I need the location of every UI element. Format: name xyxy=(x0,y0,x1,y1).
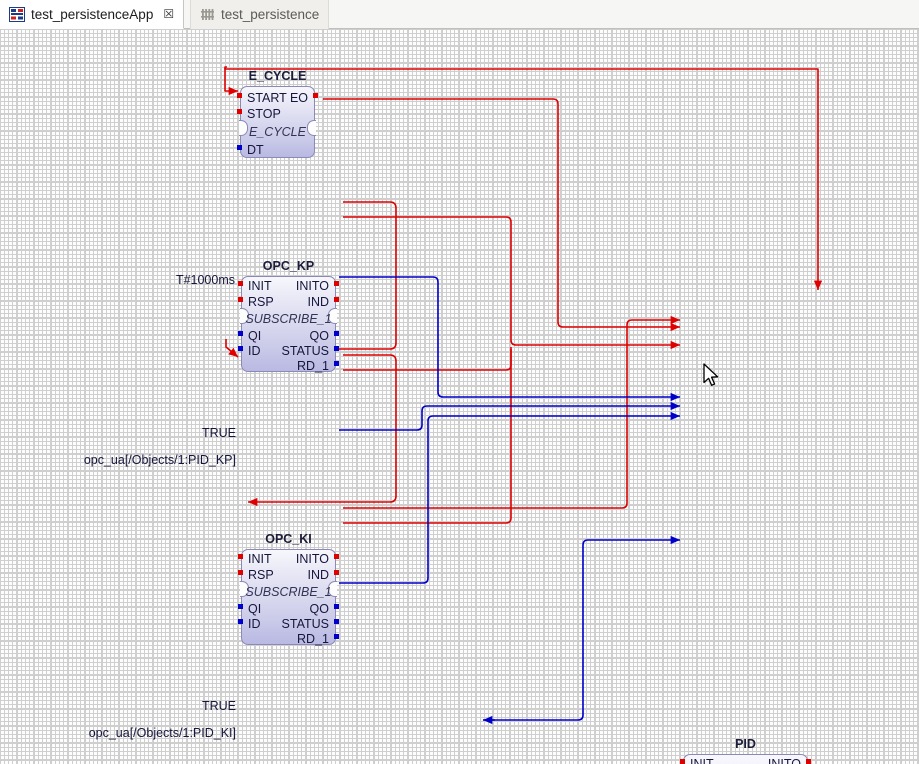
pin-ind[interactable]: IND xyxy=(307,569,329,582)
pin-ind[interactable]: IND xyxy=(307,296,329,309)
pin-marker-eo[interactable] xyxy=(313,93,318,98)
pin-marker-init[interactable] xyxy=(238,281,243,286)
wire-opcki-rd1-to-pid-ki xyxy=(339,401,680,431)
wire-opcki-init-in xyxy=(225,339,239,358)
pin-marker-rsp[interactable] xyxy=(238,297,243,302)
literal-e-cycle-dt: T#1000ms xyxy=(175,273,235,287)
block-title: E_CYCLE xyxy=(248,69,307,83)
literal-opckp-qi: TRUE xyxy=(201,426,236,440)
pin-qi[interactable]: QI xyxy=(248,603,261,616)
pin-marker-ind[interactable] xyxy=(334,570,339,575)
pin-qi[interactable]: QI xyxy=(248,330,261,343)
editor-tab-bar: test_persistenceApp ☒ test_persistence xyxy=(0,0,919,29)
literal-opcki-qi: TRUE xyxy=(201,699,236,713)
wire-opckp-rd1-to-pid-kp xyxy=(339,276,680,402)
function-block-pid[interactable]: PID INIT REQ updPARAMS INITO CNF PID QI … xyxy=(680,737,811,764)
wire-to-ecycle-start xyxy=(224,68,238,96)
block-title: PID xyxy=(735,737,756,751)
wire-opckp-ind-to-pid-updparams xyxy=(343,216,680,350)
function-block-opc-kp[interactable]: OPC_KP INIT RSP INITO IND SUBSCRIBE_1 QI… xyxy=(238,259,339,373)
tab-test-persistence[interactable]: test_persistence xyxy=(190,0,330,29)
function-block-e-cycle[interactable]: E_CYCLE START STOP EO E_CYCLE DT xyxy=(237,69,318,158)
pin-marker-qo[interactable] xyxy=(334,604,339,609)
pin-marker-inito[interactable] xyxy=(334,554,339,559)
pin-status[interactable]: STATUS xyxy=(282,618,329,631)
pin-marker-rd1[interactable] xyxy=(334,361,339,366)
pin-rsp[interactable]: RSP xyxy=(248,296,274,309)
pin-inito[interactable]: INITO xyxy=(768,758,801,764)
literal-opcki-id: opc_ua[/Objects/1:PID_KI] xyxy=(88,726,236,740)
pin-id[interactable]: ID xyxy=(248,345,261,358)
function-block-opc-ki[interactable]: OPC_KI INIT RSP INITO IND SUBSCRIBE_1 QI… xyxy=(238,532,339,646)
block-title: OPC_KP xyxy=(262,259,315,273)
pin-marker-id[interactable] xyxy=(238,346,243,351)
tab-test-persistenceapp[interactable]: test_persistenceApp ☒ xyxy=(0,0,185,29)
pin-init[interactable]: INIT xyxy=(248,280,272,293)
connection-wires-layer xyxy=(224,66,823,725)
wire-opcki-inito-to-opckd-init xyxy=(248,354,397,507)
pin-init[interactable]: INIT xyxy=(248,553,272,566)
pin-qo[interactable]: QO xyxy=(310,603,329,616)
pin-id[interactable]: ID xyxy=(248,618,261,631)
pin-marker-status[interactable] xyxy=(334,346,339,351)
pin-status[interactable]: STATUS xyxy=(282,345,329,358)
pin-marker-qi[interactable] xyxy=(238,604,243,609)
block-title: OPC_KI xyxy=(265,532,312,546)
literal-opckp-id: opc_ua[/Objects/1:PID_KP] xyxy=(83,453,236,467)
wire-ecycle-eo-to-pid-req xyxy=(323,98,680,332)
pin-rd1[interactable]: RD_1 xyxy=(297,360,329,373)
block-instance-name: E_CYCLE xyxy=(249,125,306,139)
application-icon xyxy=(9,6,25,22)
pin-rsp[interactable]: RSP xyxy=(248,569,274,582)
pin-inito[interactable]: INITO xyxy=(296,553,329,566)
pin-marker-inito[interactable] xyxy=(806,759,811,764)
pin-eo[interactable]: EO xyxy=(290,92,308,105)
pin-init[interactable]: INIT xyxy=(690,758,714,764)
pin-marker-init[interactable] xyxy=(238,554,243,559)
wire-scale-out-to-pid-pv xyxy=(485,535,680,721)
pin-marker-qi[interactable] xyxy=(238,331,243,336)
pin-marker-start[interactable] xyxy=(237,93,242,98)
pin-marker-inito[interactable] xyxy=(334,281,339,286)
pin-start[interactable]: START xyxy=(247,92,287,105)
pin-stop[interactable]: STOP xyxy=(247,108,281,121)
pin-rd1[interactable]: RD_1 xyxy=(297,633,329,646)
pin-marker-qo[interactable] xyxy=(334,331,339,336)
wire-opckd-ind-to-pid-updparams xyxy=(343,349,512,524)
pin-marker-dt[interactable] xyxy=(237,145,242,150)
fbd-editor-canvas[interactable]: E_CYCLE START STOP EO E_CYCLE DT T#1000m… xyxy=(0,29,919,764)
pin-marker-id[interactable] xyxy=(238,619,243,624)
tab-label: test_persistenceApp xyxy=(31,6,154,22)
tab-close-icon[interactable]: ☒ xyxy=(163,7,174,21)
pin-marker-rsp[interactable] xyxy=(238,570,243,575)
pin-qo[interactable]: QO xyxy=(310,330,329,343)
pin-marker-ind[interactable] xyxy=(334,297,339,302)
pin-marker-stop[interactable] xyxy=(237,109,242,114)
function-block-diagram-icon xyxy=(201,8,214,20)
wire-opckd-rd1-to-pid-kd xyxy=(339,411,680,584)
pin-inito[interactable]: INITO xyxy=(296,280,329,293)
tab-label: test_persistence xyxy=(221,7,320,22)
pin-marker-rd1[interactable] xyxy=(334,634,339,639)
pin-marker-init[interactable] xyxy=(680,759,685,764)
wire-opcki-ind-to-pid-updparams xyxy=(343,347,512,371)
block-instance-name: SUBSCRIBE_1 xyxy=(245,312,332,326)
block-instance-name: SUBSCRIBE_1 xyxy=(245,585,332,599)
pin-marker-status[interactable] xyxy=(334,619,339,624)
pin-dt[interactable]: DT xyxy=(247,144,264,157)
